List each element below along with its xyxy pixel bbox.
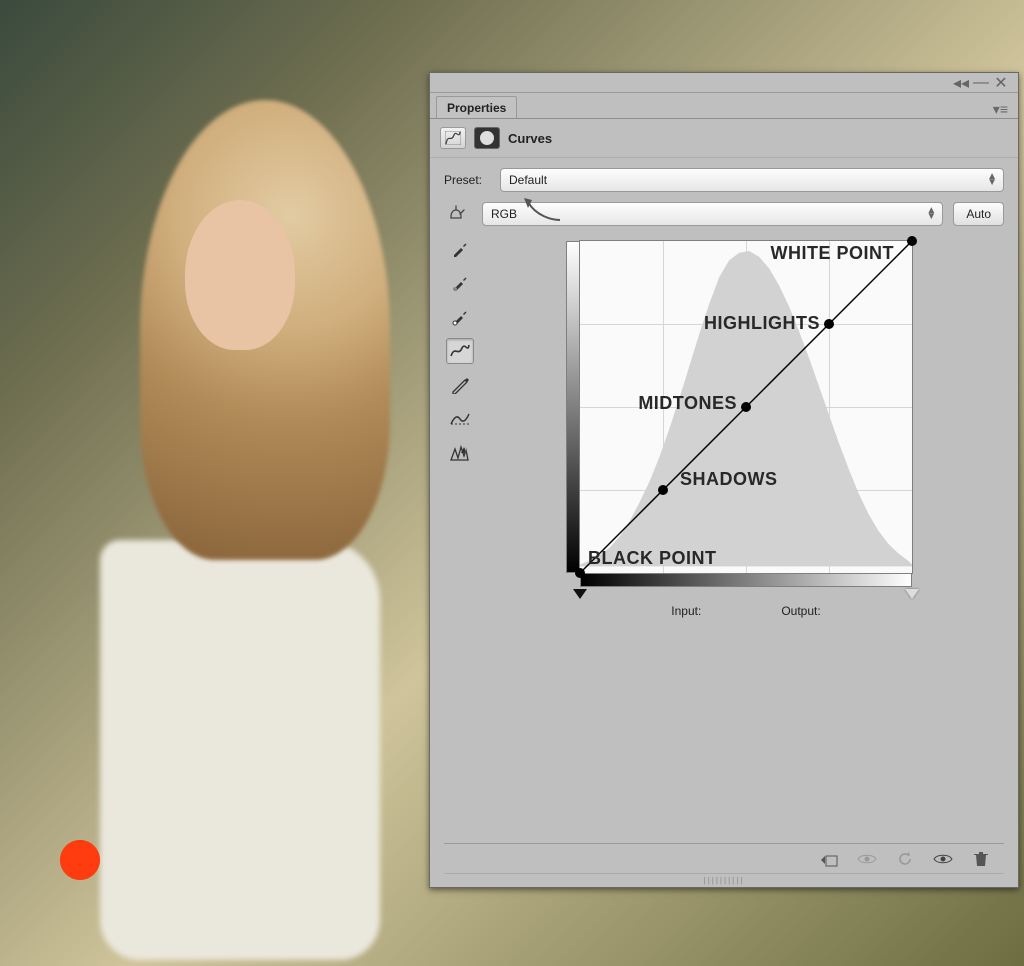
on-image-adjust-icon[interactable] [444, 204, 472, 224]
toggle-visibility-icon[interactable] [856, 848, 878, 870]
label-midtones: MIDTONES [638, 393, 737, 414]
preset-row: Preset: Default▲▼ [444, 168, 1004, 192]
input-gradient-strip [580, 573, 912, 587]
view-previous-icon[interactable] [932, 848, 954, 870]
curve-point-highlights[interactable] [824, 319, 834, 329]
auto-button[interactable]: Auto [953, 202, 1004, 226]
label-white-point: WHITE POINT [771, 243, 895, 264]
channel-row: RGB▲▼ Auto [444, 202, 1004, 226]
layer-mask-icon[interactable] [474, 127, 500, 149]
photo-face [185, 200, 295, 350]
sample-gray-eyedropper-icon[interactable] [446, 270, 474, 296]
input-label: Input: [671, 604, 701, 618]
properties-panel: ◂◂ — ✕ Properties ▾≡ Curves Preset: Defa… [429, 72, 1019, 888]
reset-icon[interactable] [894, 848, 916, 870]
panel-footer [444, 843, 1004, 873]
sample-black-eyedropper-icon[interactable] [446, 236, 474, 262]
output-gradient-strip [566, 241, 580, 573]
minimize-icon[interactable]: — [974, 76, 988, 90]
curves-chart[interactable]: WHITE POINT HIGHLIGHTS MIDTONES SHADOWS … [579, 240, 913, 574]
curve-point-shadows[interactable] [658, 485, 668, 495]
curve-point-midtones[interactable] [741, 402, 751, 412]
input-white-slider[interactable] [905, 589, 919, 599]
curve-point-white[interactable] [907, 236, 917, 246]
clip-warning-icon[interactable]: ! [446, 440, 474, 466]
label-black-point: BLACK POINT [588, 548, 717, 569]
panel-tab-row: Properties ▾≡ [430, 93, 1018, 119]
annotation-arrow-icon [522, 196, 562, 220]
tab-properties[interactable]: Properties [436, 96, 517, 118]
photo-flower [60, 840, 100, 880]
preset-dropdown[interactable]: Default▲▼ [500, 168, 1004, 192]
input-black-slider[interactable] [573, 589, 587, 599]
clip-to-layer-icon[interactable] [818, 848, 840, 870]
panel-menu-icon[interactable]: ▾≡ [983, 101, 1018, 118]
preset-label: Preset: [444, 173, 490, 187]
panel-resize-grip[interactable]: |||||||||| [444, 873, 1004, 887]
panel-header: Curves [430, 119, 1018, 158]
channel-dropdown[interactable]: RGB▲▼ [482, 202, 943, 226]
collapse-left-icon[interactable]: ◂◂ [954, 76, 968, 90]
label-shadows: SHADOWS [680, 469, 778, 490]
draw-curve-tool-icon[interactable] [446, 372, 474, 398]
delete-icon[interactable] [970, 848, 992, 870]
smooth-curve-icon[interactable] [446, 406, 474, 432]
sample-white-eyedropper-icon[interactable] [446, 304, 474, 330]
panel-window-controls: ◂◂ — ✕ [430, 73, 1018, 93]
output-label: Output: [781, 604, 820, 618]
adjustment-curves-icon[interactable] [440, 127, 466, 149]
input-output-row: Input: Output: [671, 604, 820, 618]
panel-title: Curves [508, 131, 552, 146]
curve-tool-column: ! [444, 236, 476, 618]
label-highlights: HIGHLIGHTS [704, 313, 820, 334]
edit-points-tool-icon[interactable] [446, 338, 474, 364]
close-icon[interactable]: ✕ [994, 76, 1008, 90]
curve-point-black[interactable] [575, 568, 585, 578]
